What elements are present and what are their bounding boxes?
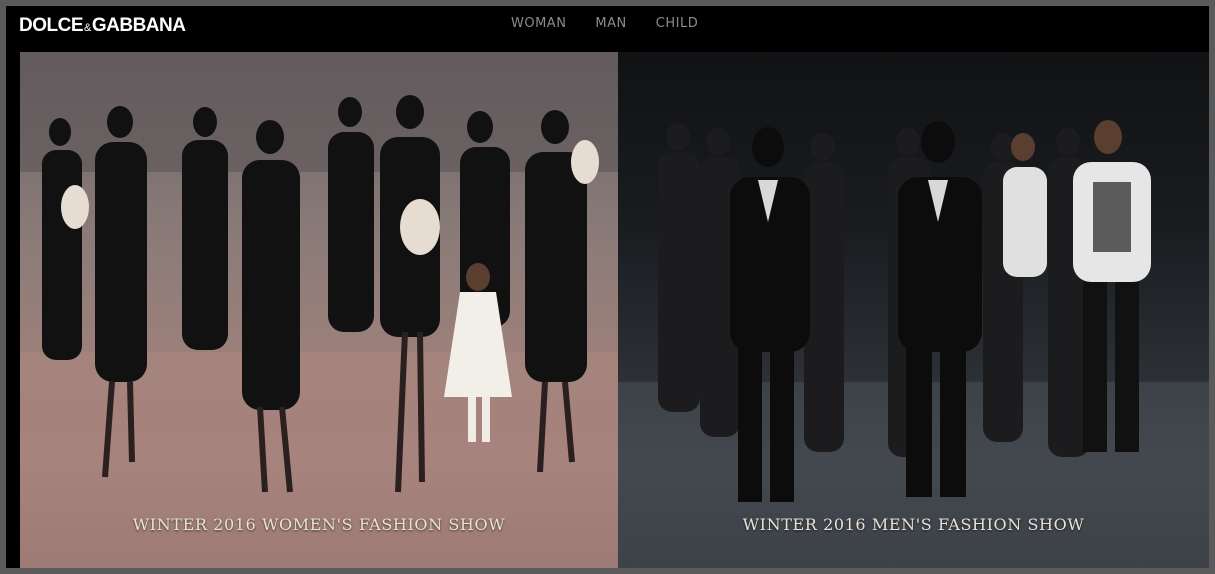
nav-link-child[interactable]: CHILD [656,16,698,31]
main-nav: WOMAN MAN CHILD [511,16,727,31]
nav-link-woman[interactable]: WOMAN [511,16,566,31]
brand-logo[interactable]: DOLCE&GABBANA [19,15,186,37]
top-navigation-bar: DOLCE&GABBANA WOMAN MAN CHILD [6,6,1209,52]
women-fashion-show-panel[interactable]: WINTER 2016 WOMEN'S FASHION SHOW [20,52,618,568]
men-show-caption[interactable]: WINTER 2016 MEN'S FASHION SHOW [618,515,1209,534]
men-runway-photo [618,120,1209,568]
nav-link-man[interactable]: MAN [595,16,626,31]
women-runway-photo [20,52,618,568]
women-show-caption[interactable]: WINTER 2016 WOMEN'S FASHION SHOW [20,515,618,534]
logo-text-left: DOLCE [19,15,84,36]
logo-ampersand: & [84,22,91,34]
page-frame: DOLCE&GABBANA WOMAN MAN CHILD WINTER 201… [6,6,1209,568]
men-fashion-show-panel[interactable]: WINTER 2016 MEN'S FASHION SHOW [618,52,1209,568]
left-edge-strip [6,52,20,568]
logo-text-right: GABBANA [91,15,186,36]
